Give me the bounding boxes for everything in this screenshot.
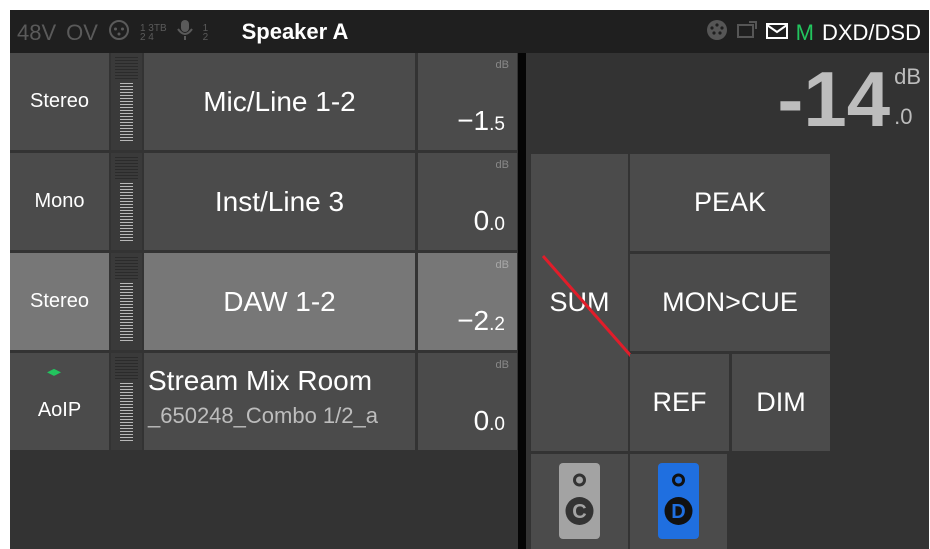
gain-value: 0.0 — [473, 205, 505, 236]
channel-gain-control[interactable]: dB 0.0 — [418, 353, 517, 450]
monitor-controller-window: 48V OV 1 3TB 2 4 1 2 Speaker A M DXD/DSD… — [10, 10, 929, 549]
network-link-icon: ◂▸ — [47, 363, 62, 379]
peak-button[interactable]: PEAK — [630, 154, 830, 251]
channel-gain-control[interactable]: dB −1.5 — [418, 53, 517, 150]
channel-row-4: ◂▸ AoIP Stream Mix Room _650248_Combo 1/… — [10, 353, 517, 450]
channel-name-button[interactable]: Inst/Line 3 — [144, 153, 415, 250]
speaker-d-button[interactable]: D — [630, 454, 727, 549]
panel-divider — [518, 53, 526, 549]
ref-button[interactable]: REF — [630, 354, 729, 451]
screen-icon — [736, 20, 758, 46]
status-bar: 48V OV 1 3TB 2 4 1 2 Speaker A M DXD/DSD — [10, 10, 929, 53]
channel-mode-button[interactable]: Mono — [10, 153, 109, 250]
stream-name: Stream Mix Room — [148, 365, 373, 396]
channel-mode-button[interactable]: ◂▸ AoIP — [10, 353, 109, 450]
speaker-c-label: C — [572, 501, 586, 523]
level-meter — [111, 153, 142, 250]
channel-row-3: Stereo DAW 1-2 dB −2.2 — [10, 253, 517, 350]
master-level-readout[interactable]: -14 dB .0 — [777, 60, 921, 138]
gain-unit: dB — [495, 259, 509, 271]
format-indicator: DXD/DSD — [821, 20, 921, 45]
channel-name-button[interactable]: Mic/Line 1-2 — [144, 53, 415, 150]
page-title: Speaker A — [241, 19, 349, 44]
level-meter — [111, 253, 142, 350]
midi-icon — [706, 19, 728, 47]
gain-unit: dB — [495, 359, 509, 371]
gain-value: 0.0 — [473, 405, 505, 436]
strike-through-icon — [541, 255, 631, 357]
dim-button[interactable]: DIM — [732, 354, 830, 451]
channel-mode-label: AoIP — [37, 399, 82, 421]
level-meter — [111, 353, 142, 450]
stream-source-name: _650248_Combo 1/2_a — [148, 403, 378, 428]
channel-name-button[interactable]: DAW 1-2 — [144, 253, 415, 350]
channel-row-1: Stereo Mic/Line 1-2 dB −1.5 — [10, 53, 517, 150]
gain-value: −1.5 — [457, 105, 505, 136]
channel-gain-control[interactable]: dB 0.0 — [418, 153, 517, 250]
channel-row-2: Mono Inst/Line 3 dB 0.0 — [10, 153, 517, 250]
sum-button[interactable]: SUM — [531, 154, 631, 451]
channel-gain-control[interactable]: dB −2.2 — [418, 253, 517, 350]
status-right-group: M DXD/DSD — [706, 19, 921, 47]
channel-mode-button[interactable]: Stereo — [10, 53, 109, 150]
mon-cue-button[interactable]: MON>CUE — [630, 254, 830, 351]
speaker-c-button[interactable]: C — [531, 454, 628, 549]
gain-value: −2.2 — [457, 305, 505, 336]
gain-unit: dB — [495, 159, 509, 171]
level-unit: dB .0 — [894, 64, 921, 129]
level-meter — [111, 53, 142, 150]
speaker-d-label: D — [671, 501, 685, 523]
m-indicator: M — [795, 20, 814, 45]
channel-mode-button[interactable]: Stereo — [10, 253, 109, 350]
level-value: -14 — [777, 55, 891, 143]
mail-icon — [765, 20, 788, 46]
channel-name-button[interactable]: Stream Mix Room _650248_Combo 1/2_a — [144, 353, 415, 450]
gain-unit: dB — [495, 59, 509, 71]
